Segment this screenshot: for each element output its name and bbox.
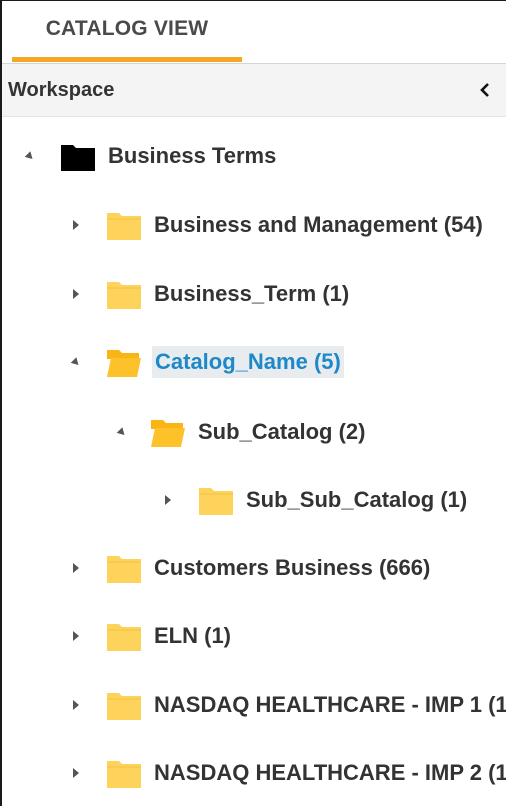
folder-icon bbox=[106, 620, 142, 652]
folder-icon bbox=[106, 552, 142, 584]
collapsed-toggle-icon[interactable] bbox=[68, 217, 84, 233]
tree-node-catalog-name[interactable]: Catalog_Name (5) bbox=[68, 342, 344, 382]
tree-node-sub-sub-catalog[interactable]: Sub_Sub_Catalog (1) bbox=[160, 480, 469, 520]
tree-node-label: Catalog_Name (5) bbox=[152, 346, 344, 378]
collapsed-toggle-icon[interactable] bbox=[68, 560, 84, 576]
workspace-header: Workspace bbox=[2, 64, 506, 117]
chevron-left-icon[interactable] bbox=[476, 78, 494, 102]
tree-node-label: Business Terms bbox=[108, 143, 277, 168]
tree-node-label: NASDAQ HEALTHCARE - IMP 1 (19 bbox=[154, 692, 506, 717]
collapsed-toggle-icon[interactable] bbox=[68, 765, 84, 781]
tree-node-nasdaq-healthcare-imp-1[interactable]: NASDAQ HEALTHCARE - IMP 1 (19 bbox=[68, 685, 506, 725]
tab-label: CATALOG VIEW bbox=[45, 17, 209, 40]
tab-bar: CATALOG VIEW bbox=[2, 1, 506, 64]
tree-node-label: ELN (1) bbox=[154, 623, 231, 648]
folder-black-icon bbox=[60, 140, 96, 172]
tree-node-label: NASDAQ HEALTHCARE - IMP 2 (19 bbox=[154, 760, 506, 785]
tree-node-label: Business and Management (54) bbox=[154, 212, 483, 237]
tree-node-customers-business[interactable]: Customers Business (666) bbox=[68, 548, 432, 588]
tree-node-eln[interactable]: ELN (1) bbox=[68, 616, 233, 656]
tab-catalog-view[interactable]: CATALOG VIEW bbox=[12, 1, 242, 62]
tree-node-business-terms[interactable]: Business Terms bbox=[22, 136, 278, 176]
tree-node-label: Sub_Catalog (2) bbox=[198, 419, 366, 444]
expand-toggle-icon[interactable] bbox=[68, 354, 84, 370]
collapsed-toggle-icon[interactable] bbox=[68, 697, 84, 713]
tree-node-label: Customers Business (666) bbox=[154, 555, 431, 580]
folder-icon bbox=[198, 484, 234, 516]
folder-icon bbox=[106, 689, 142, 721]
collapsed-toggle-icon[interactable] bbox=[68, 628, 84, 644]
collapsed-toggle-icon[interactable] bbox=[160, 492, 176, 508]
catalog-view-panel: CATALOG VIEW Workspace Business Terms Bu… bbox=[0, 0, 506, 806]
workspace-title: Workspace bbox=[8, 78, 115, 101]
tree-node-business-term[interactable]: Business_Term (1) bbox=[68, 274, 351, 314]
tree-node-nasdaq-healthcare-imp-2[interactable]: NASDAQ HEALTHCARE - IMP 2 (19 bbox=[68, 753, 506, 793]
expand-toggle-icon[interactable] bbox=[114, 424, 130, 440]
folder-icon bbox=[106, 278, 142, 310]
tree-node-label: Business_Term (1) bbox=[154, 281, 350, 306]
folder-icon bbox=[106, 757, 142, 789]
expand-toggle-icon[interactable] bbox=[22, 148, 38, 164]
folder-open-icon bbox=[106, 346, 142, 378]
tree-node-label: Sub_Sub_Catalog (1) bbox=[246, 487, 468, 512]
tree-node-business-and-management[interactable]: Business and Management (54) bbox=[68, 205, 485, 245]
tree-node-sub-catalog[interactable]: Sub_Catalog (2) bbox=[114, 412, 367, 452]
folder-icon bbox=[106, 209, 142, 241]
folder-open-icon bbox=[150, 416, 186, 448]
collapsed-toggle-icon[interactable] bbox=[68, 286, 84, 302]
catalog-tree: Business Terms Business and Management (… bbox=[2, 118, 506, 806]
